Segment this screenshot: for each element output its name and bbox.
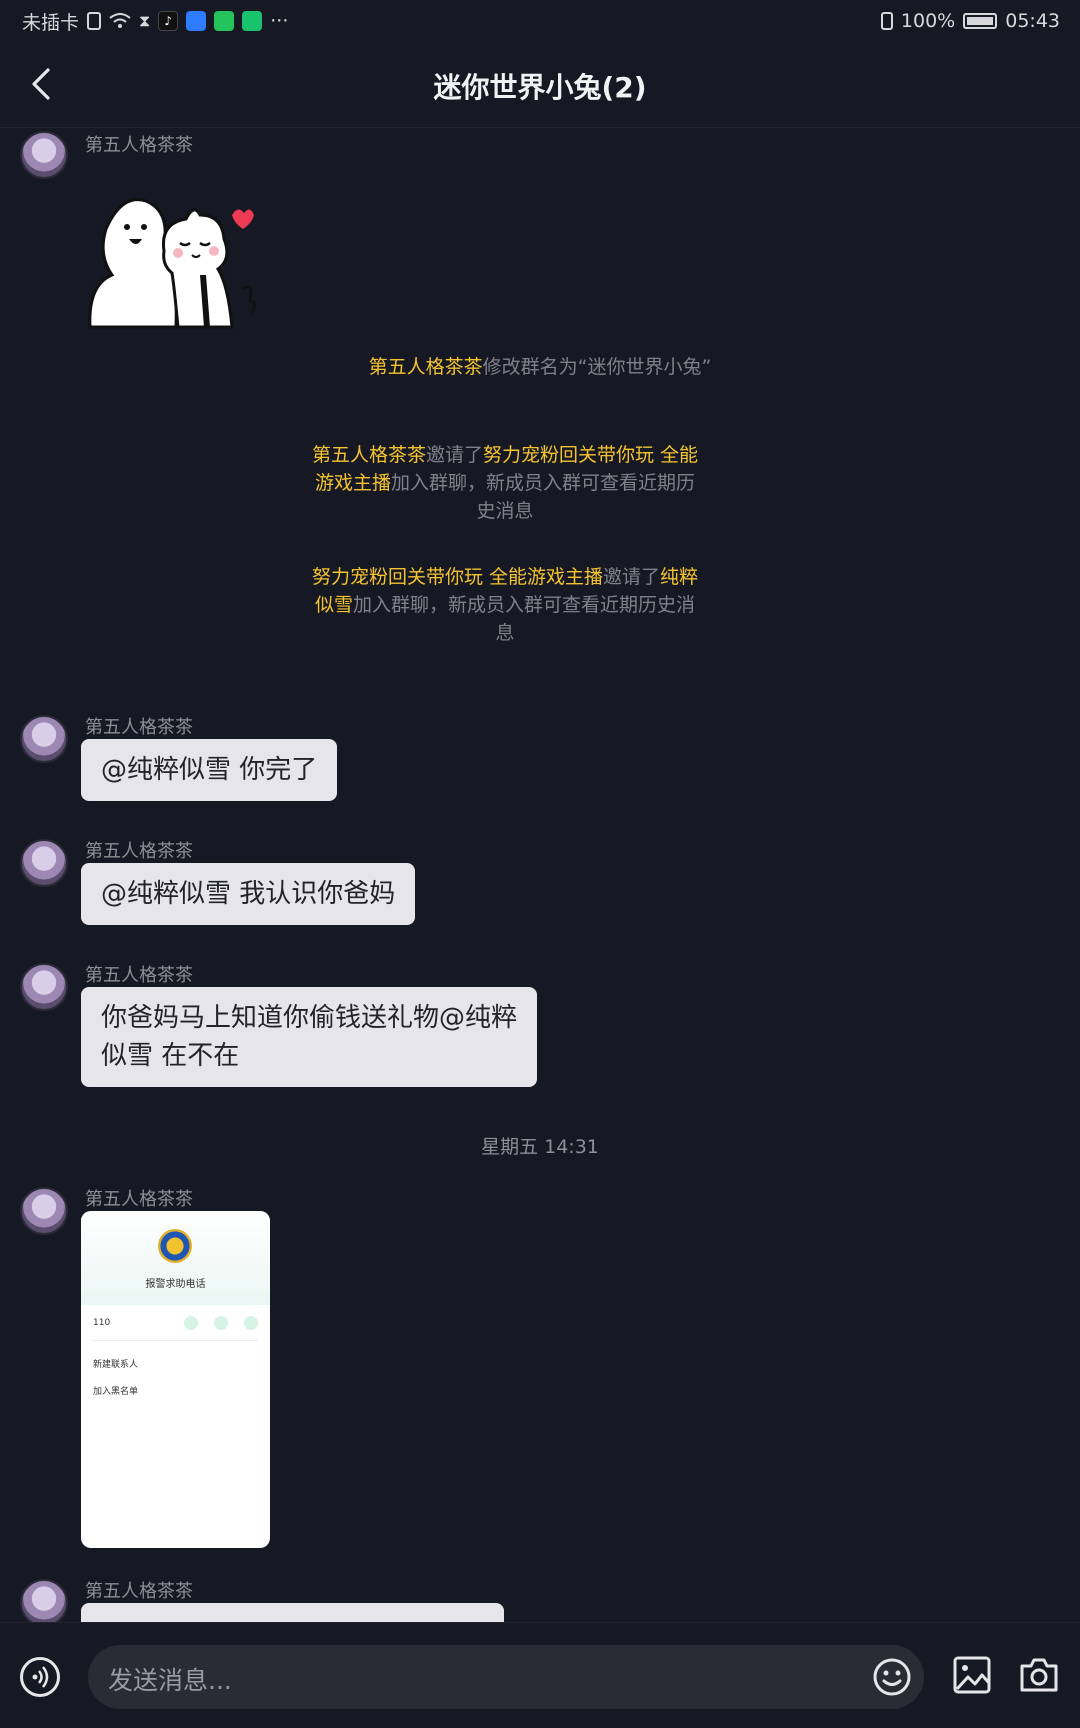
sticker-image[interactable] bbox=[82, 189, 272, 329]
avatar[interactable] bbox=[20, 1187, 68, 1235]
system-message: 努力宠粉回关带你玩 全能游戏主播邀请了纯粹似雪加入群聊，新成员入群可查看近期历史… bbox=[0, 563, 1080, 647]
card-header: 报警求助电话 bbox=[81, 1211, 270, 1305]
system-actor[interactable]: 努力宠粉回关带你玩 全能游戏主播 bbox=[312, 566, 603, 588]
time-divider: 星期五 14:31 bbox=[481, 1136, 599, 1158]
avatar[interactable] bbox=[20, 131, 68, 179]
battery-percent: 100% bbox=[900, 10, 956, 32]
card-option: 新建联系人 bbox=[93, 1360, 139, 1370]
system-verb: 邀请了 bbox=[603, 566, 661, 588]
sender-name: 第五人格茶茶 bbox=[85, 841, 193, 862]
sender-name: 第五人格茶茶 bbox=[85, 135, 193, 156]
card-option: 加入黑名单 bbox=[93, 1387, 139, 1397]
system-message: 第五人格茶茶邀请了努力宠粉回关带你玩 全能游戏主播加入群聊，新成员入群可查看近期… bbox=[0, 441, 1080, 525]
card-title: 报警求助电话 bbox=[145, 1279, 206, 1290]
image-message[interactable]: 报警求助电话 110 新建联系人 加入黑名单 bbox=[81, 1211, 270, 1548]
input-bar: 发送消息... bbox=[0, 1622, 1080, 1728]
voice-icon bbox=[32, 1666, 49, 1688]
message-bubble[interactable]: @纯粹似雪 你完了 bbox=[81, 739, 338, 801]
app-icon bbox=[242, 11, 263, 31]
play-icon bbox=[214, 11, 235, 31]
tiktok-icon: ♪ bbox=[158, 11, 179, 31]
wifi-icon bbox=[109, 13, 131, 28]
system-message: 第五人格茶茶修改群名为“迷你世界小兔” bbox=[0, 353, 1080, 381]
hourglass-icon: ⧗ bbox=[139, 11, 151, 30]
system-text: 加入群聊，新成员入群可查看近期历史消息 bbox=[391, 472, 696, 522]
system-text: 修改群名为“迷你世界小兔” bbox=[482, 356, 712, 378]
avatar[interactable] bbox=[20, 963, 68, 1011]
image-icon[interactable] bbox=[952, 1655, 992, 1695]
more-icon: ··· bbox=[270, 10, 289, 32]
message-bubble[interactable]: 你爸妈马上知道你偷钱送礼物@纯粹似雪 在不在 bbox=[81, 987, 537, 1087]
system-actor[interactable]: 第五人格茶茶 bbox=[369, 356, 483, 378]
camera-icon[interactable] bbox=[1018, 1655, 1060, 1695]
sender-name: 第五人格茶茶 bbox=[85, 1189, 193, 1210]
message-bubble[interactable]: @纯粹似雪 我认识你爸妈 bbox=[81, 863, 416, 925]
sender-name: 第五人格茶茶 bbox=[85, 717, 193, 738]
message-icon bbox=[244, 1316, 258, 1330]
avatar[interactable] bbox=[20, 715, 68, 763]
police-emblem-icon bbox=[158, 1229, 192, 1263]
nav-bar: 迷你世界小兔(2) bbox=[0, 42, 1080, 128]
sender-name: 第五人格茶茶 bbox=[85, 1581, 193, 1602]
call-icon bbox=[184, 1316, 198, 1330]
status-bar: 未插卡 ⧗ ♪ ··· 100% 05:43 bbox=[0, 0, 1080, 42]
sim-icon bbox=[87, 12, 102, 30]
carrier-text: 未插卡 bbox=[22, 11, 80, 34]
clock: 05:43 bbox=[1005, 10, 1060, 32]
system-actor[interactable]: 第五人格茶茶 bbox=[312, 444, 426, 466]
page-title: 迷你世界小兔(2) bbox=[433, 71, 647, 104]
message-input-placeholder: 发送消息... bbox=[108, 1666, 232, 1695]
system-text: 加入群聊，新成员入群可查看近期历史消息 bbox=[353, 594, 696, 644]
message-bubble[interactable] bbox=[81, 1603, 504, 1622]
avatar[interactable] bbox=[20, 1579, 68, 1622]
vibrate-icon bbox=[880, 12, 893, 30]
sender-name: 第五人格茶茶 bbox=[85, 965, 193, 986]
avatar[interactable] bbox=[20, 839, 68, 887]
phone-number: 110 bbox=[93, 1318, 111, 1328]
system-verb: 邀请了 bbox=[425, 444, 483, 466]
message-input[interactable]: 发送消息... bbox=[88, 1645, 924, 1709]
voice-button[interactable] bbox=[20, 1657, 60, 1697]
card-phone-row: 110 bbox=[93, 1305, 258, 1341]
app-icon bbox=[186, 11, 207, 31]
chat-list[interactable]: 第五人格茶茶 第五人格茶茶修改群名为“迷你世界小兔” 第五人格茶茶邀请了努力宠粉… bbox=[0, 129, 1080, 1622]
battery-icon bbox=[963, 13, 998, 29]
video-icon bbox=[214, 1316, 228, 1330]
emoji-icon[interactable] bbox=[872, 1657, 912, 1697]
